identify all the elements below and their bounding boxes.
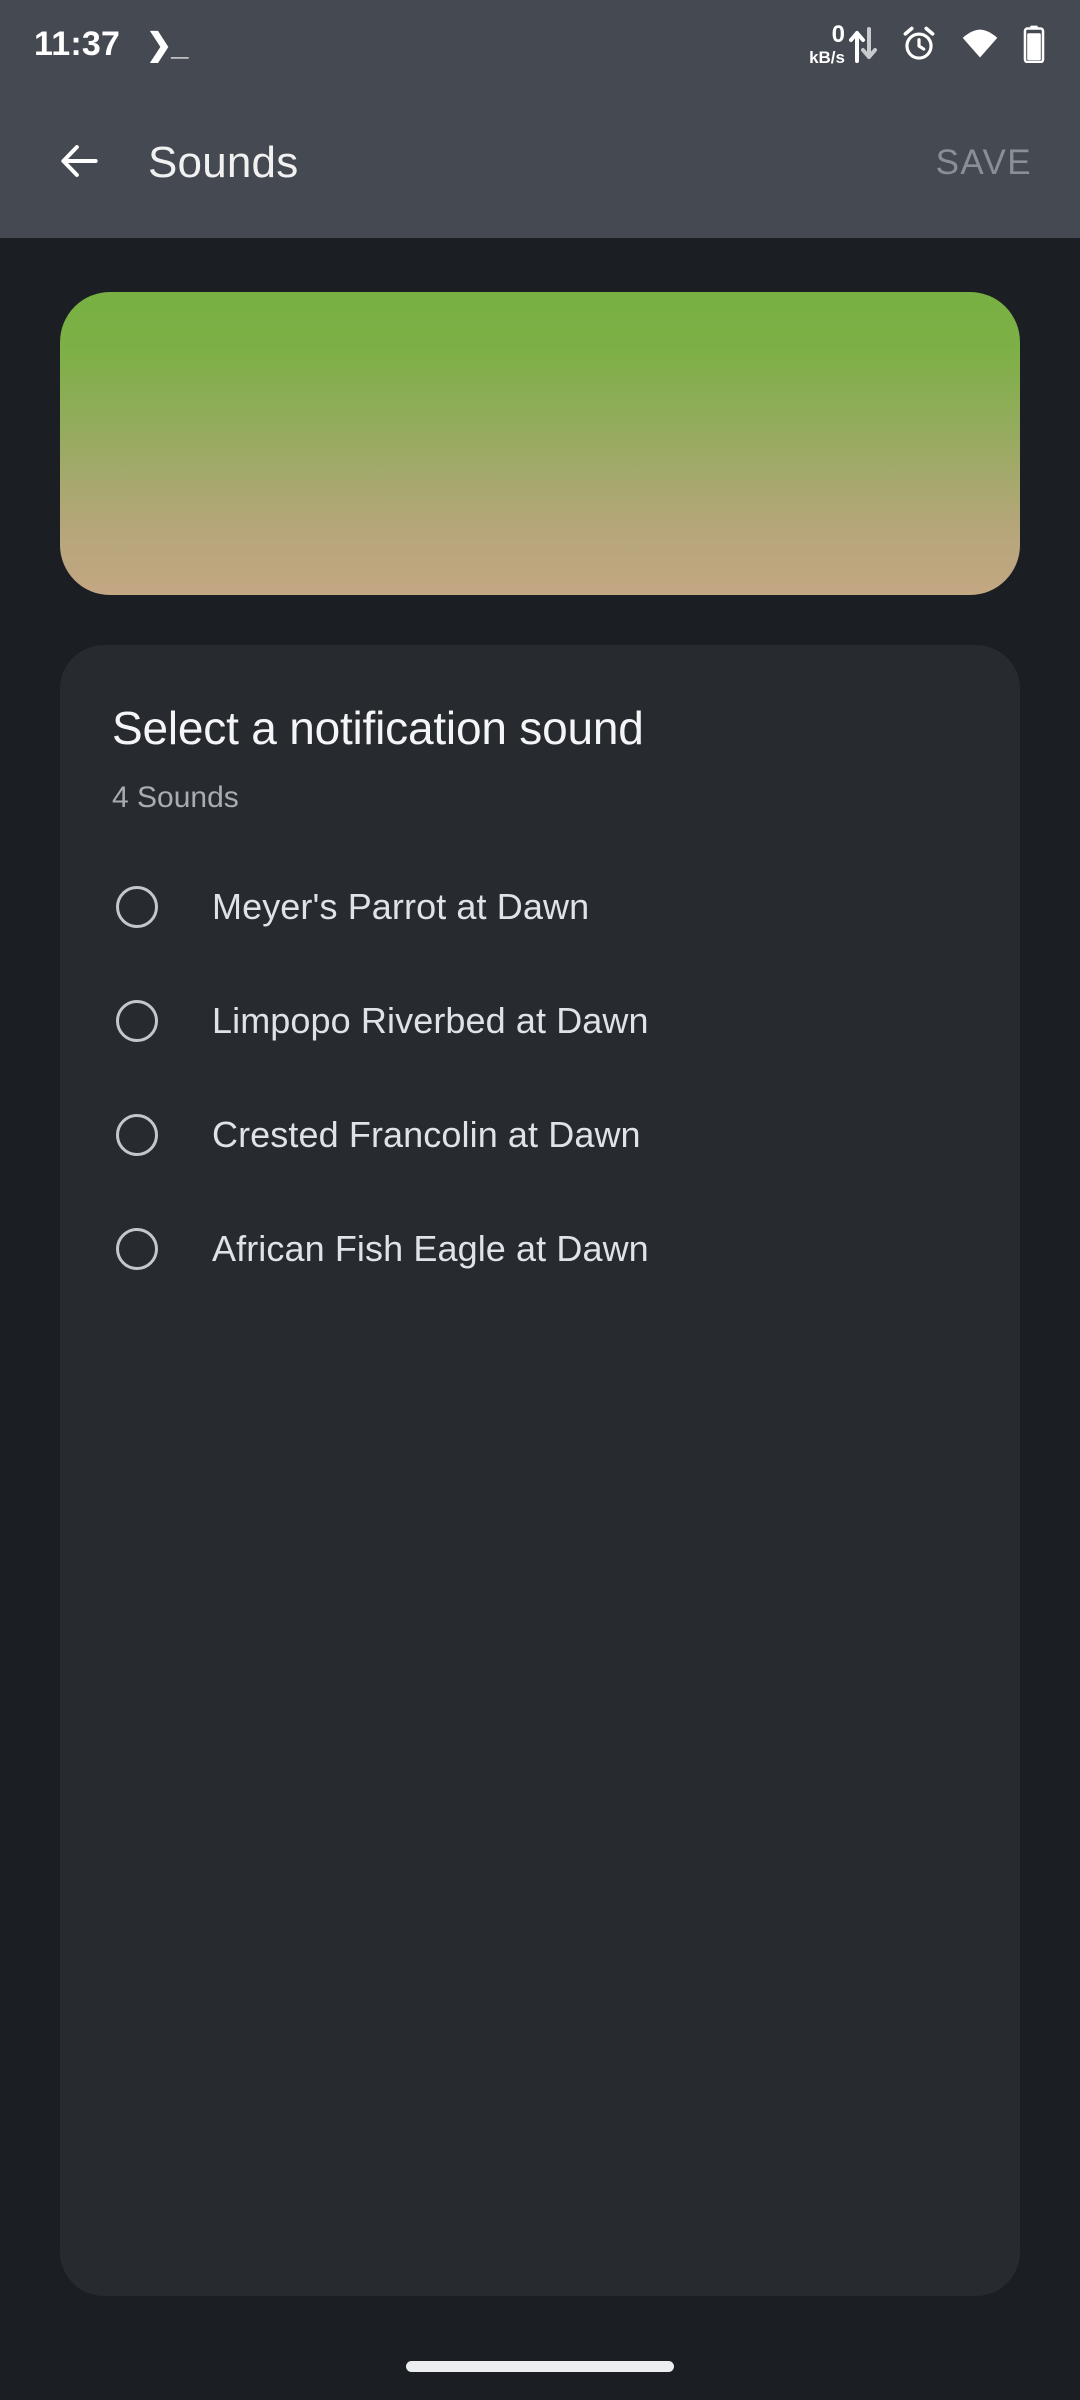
back-button[interactable] (42, 126, 116, 200)
data-transfer-arrows-icon (848, 23, 878, 65)
battery-icon (1022, 25, 1046, 63)
network-speed-indicator: 0 kB/s (809, 20, 878, 67)
wifi-icon (960, 28, 1000, 60)
sound-preview-banner (60, 292, 1020, 595)
gesture-navigation-bar[interactable] (406, 2361, 674, 2372)
radio-button-icon[interactable] (116, 886, 158, 928)
card-subtitle: 4 Sounds (112, 781, 239, 814)
card-title: Select a notification sound (112, 702, 644, 754)
sound-label: African Fish Eagle at Dawn (212, 1228, 649, 1269)
list-item[interactable]: Meyer's Parrot at Dawn (60, 850, 1020, 964)
status-bar-left: 11:37 ❯_ (34, 24, 188, 64)
network-speed-value: 0 (831, 20, 845, 48)
list-item[interactable]: African Fish Eagle at Dawn (60, 1192, 1020, 1306)
list-item[interactable]: Crested Francolin at Dawn (60, 1078, 1020, 1192)
sound-label: Meyer's Parrot at Dawn (212, 886, 590, 927)
alarm-clock-icon (900, 25, 938, 63)
sound-label: Crested Francolin at Dawn (212, 1114, 641, 1155)
radio-button-icon[interactable] (116, 1114, 158, 1156)
status-bar: 11:37 ❯_ 0 kB/s (0, 0, 1080, 88)
status-clock: 11:37 (34, 24, 121, 63)
terminal-icon: ❯_ (146, 26, 188, 62)
content-area: Select a notification sound 4 Sounds Mey… (0, 238, 1080, 2400)
status-bar-right: 0 kB/s (809, 20, 1046, 67)
app-bar: Sounds SAVE (0, 88, 1080, 238)
back-arrow-icon (54, 136, 104, 191)
list-item[interactable]: Limpopo Riverbed at Dawn (60, 964, 1020, 1078)
network-speed-unit: kB/s (809, 47, 845, 67)
sound-selection-card: Select a notification sound 4 Sounds Mey… (60, 645, 1020, 2296)
radio-button-icon[interactable] (116, 1000, 158, 1042)
sound-list: Meyer's Parrot at Dawn Limpopo Riverbed … (60, 850, 1020, 1306)
radio-button-icon[interactable] (116, 1228, 158, 1270)
save-button[interactable]: SAVE (930, 129, 1038, 197)
sound-label: Limpopo Riverbed at Dawn (212, 1000, 649, 1041)
page-title: Sounds (148, 138, 299, 187)
